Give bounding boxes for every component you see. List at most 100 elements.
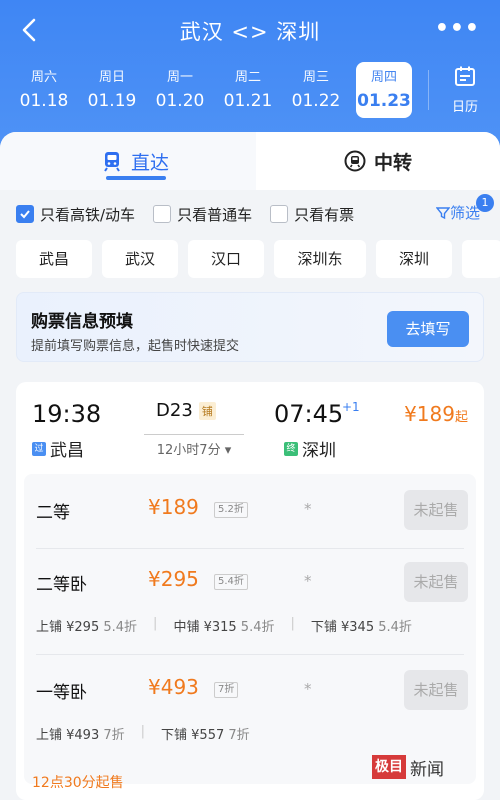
terminal-tag: 终: [284, 441, 298, 456]
seat-row: 二等卧 ¥295 5.4折 * 未起售 上铺 ¥295 5.4折 | 中铺 ¥31…: [24, 550, 476, 650]
berth-prices: 上铺 ¥493 7折 | 下铺 ¥557 7折: [36, 724, 266, 743]
date-item[interactable]: 周一 01.20: [146, 62, 214, 118]
filter-row: 只看高铁/动车 只看普通车 只看有票: [16, 202, 496, 226]
travel-duration[interactable]: 12小时7分 ▾: [144, 434, 244, 458]
not-on-sale-button[interactable]: 未起售: [404, 670, 468, 710]
seat-list: 二等 ¥189 5.2折 * 未起售 二等卧 ¥295 5.4折 * 未起售 上…: [24, 474, 476, 784]
seat-availability: *: [304, 680, 312, 698]
date-item[interactable]: 周三 01.22: [282, 62, 350, 118]
tab-transfer[interactable]: 中转: [256, 132, 500, 190]
departure-station: 过 武昌: [32, 436, 84, 461]
duration-text: 12小时7分: [156, 443, 221, 458]
checkbox-icon[interactable]: [153, 205, 172, 223]
arrival-time: 07:45: [274, 400, 344, 428]
tab-transfer-label: 中转: [373, 151, 412, 174]
berth-upper: 上铺 ¥493: [36, 728, 100, 743]
arrival-station: 终 深圳: [284, 436, 336, 461]
date-weekday: 周三: [302, 70, 329, 85]
prefill-title: 购票信息预填: [31, 312, 133, 332]
date-value: 01.22: [291, 91, 341, 111]
divider: [36, 548, 464, 549]
sleeper-tag: 铺: [198, 401, 216, 420]
seat-availability: *: [304, 572, 312, 590]
station-chip[interactable]: 武昌: [16, 240, 92, 278]
lowest-price-value: ¥189: [404, 402, 455, 426]
seat-name: 一等卧: [36, 683, 87, 703]
divider: [428, 70, 429, 110]
separator: |: [290, 616, 295, 631]
station-chips: 武昌 武汉 汉口 深圳东 深圳: [16, 240, 500, 278]
not-on-sale-button[interactable]: 未起售: [404, 490, 468, 530]
caret-down-icon: ▾: [224, 443, 232, 458]
more-icon[interactable]: •••: [435, 16, 480, 41]
tab-direct-label: 直达: [130, 151, 169, 174]
prefill-banner: 购票信息预填 提前填写购票信息，起售时快速提交 去填写: [16, 292, 484, 362]
date-weekday: 周一: [166, 70, 193, 85]
berth-lower: 下铺 ¥345: [310, 620, 375, 635]
filter-label: 只看高铁/动车: [40, 205, 136, 224]
separator: |: [140, 724, 146, 739]
main-panel: 直达 中转 只看高铁/动车 只看普通车 只看有票 筛选 1 武昌 武汉 汉口 深…: [0, 132, 500, 800]
calendar-button[interactable]: 日历: [440, 64, 490, 115]
date-item[interactable]: 周二 01.21: [214, 62, 282, 118]
route-title: 武汉 <> 深圳: [179, 20, 321, 44]
berth-upper-discount: 7折: [103, 728, 125, 743]
checkbox-checked-icon[interactable]: [16, 205, 34, 223]
berth-middle-discount: 5.4折: [240, 620, 275, 635]
calendar-label: 日历: [451, 100, 478, 115]
checkbox-icon[interactable]: [270, 205, 289, 223]
station-chip[interactable]: 汉口: [188, 240, 264, 278]
watermark-logo: 极目 新闻: [372, 754, 444, 780]
seat-discount: 5.4折: [214, 574, 248, 590]
tab-underline: [106, 176, 166, 180]
date-item[interactable]: 周六 01.18: [10, 62, 78, 118]
seat-row: 二等 ¥189 5.2折 * 未起售: [24, 474, 476, 546]
date-item-selected[interactable]: 周四 01.23: [356, 62, 412, 118]
train-number-text: D23: [156, 400, 193, 421]
berth-prices: 上铺 ¥295 5.4折 | 中铺 ¥315 5.4折 | 下铺 ¥345 5.4折: [36, 616, 428, 635]
berth-upper: 上铺 ¥295: [36, 620, 100, 635]
date-weekday: 周日: [98, 70, 125, 85]
watermark-part1: 极目: [372, 755, 406, 779]
filter-regular[interactable]: 只看普通车: [153, 204, 252, 225]
transfer-icon: [344, 150, 366, 172]
train-icon: [104, 152, 120, 172]
date-weekday: 周二: [234, 70, 261, 85]
screen-button[interactable]: 筛选: [435, 202, 480, 223]
seat-discount: 7折: [214, 682, 239, 698]
seat-price: ¥189: [148, 495, 199, 519]
calendar-icon: [455, 66, 475, 86]
berth-lower-discount: 7折: [228, 728, 250, 743]
filter-high-speed[interactable]: 只看高铁/动车: [16, 204, 135, 225]
seat-name: 二等卧: [36, 575, 87, 595]
tab-direct[interactable]: 直达: [0, 132, 270, 190]
date-item[interactable]: 周日 01.19: [78, 62, 146, 118]
seat-discount: 5.2折: [214, 502, 248, 518]
train-card[interactable]: 19:38 过 武昌 D23 铺 12小时7分 ▾ 07:45 +1 终 深圳 …: [16, 382, 484, 800]
filter-label: 只看有票: [294, 205, 355, 224]
date-strip: 周六 01.18 周日 01.19 周一 01.20 周二 01.21 周三 0…: [10, 62, 420, 118]
station-chip-partial[interactable]: [462, 240, 500, 278]
berth-upper-discount: 5.4折: [103, 620, 138, 635]
station-chip[interactable]: 武汉: [102, 240, 178, 278]
seat-price: ¥493: [148, 675, 199, 699]
prefill-button[interactable]: 去填写: [387, 311, 469, 347]
arrival-station-name: 深圳: [302, 441, 336, 461]
filter-label: 只看普通车: [177, 205, 253, 224]
station-chip[interactable]: 深圳东: [274, 240, 366, 278]
separator: |: [153, 616, 158, 631]
date-value: 01.18: [19, 91, 69, 111]
sale-time: 12点30分起售: [32, 775, 124, 791]
filter-count-badge: 1: [476, 194, 494, 212]
watermark-part2: 新闻: [410, 759, 444, 780]
station-chip[interactable]: 深圳: [376, 240, 452, 278]
date-value: 01.21: [223, 91, 273, 111]
date-value: 01.20: [155, 91, 205, 111]
departure-station-name: 武昌: [50, 441, 84, 461]
filter-available[interactable]: 只看有票: [270, 204, 354, 225]
divider: [36, 654, 464, 655]
seat-availability: *: [304, 500, 312, 518]
train-number[interactable]: D23 铺: [156, 400, 216, 421]
not-on-sale-button[interactable]: 未起售: [404, 562, 468, 602]
tab-bar: 直达 中转: [0, 132, 500, 190]
